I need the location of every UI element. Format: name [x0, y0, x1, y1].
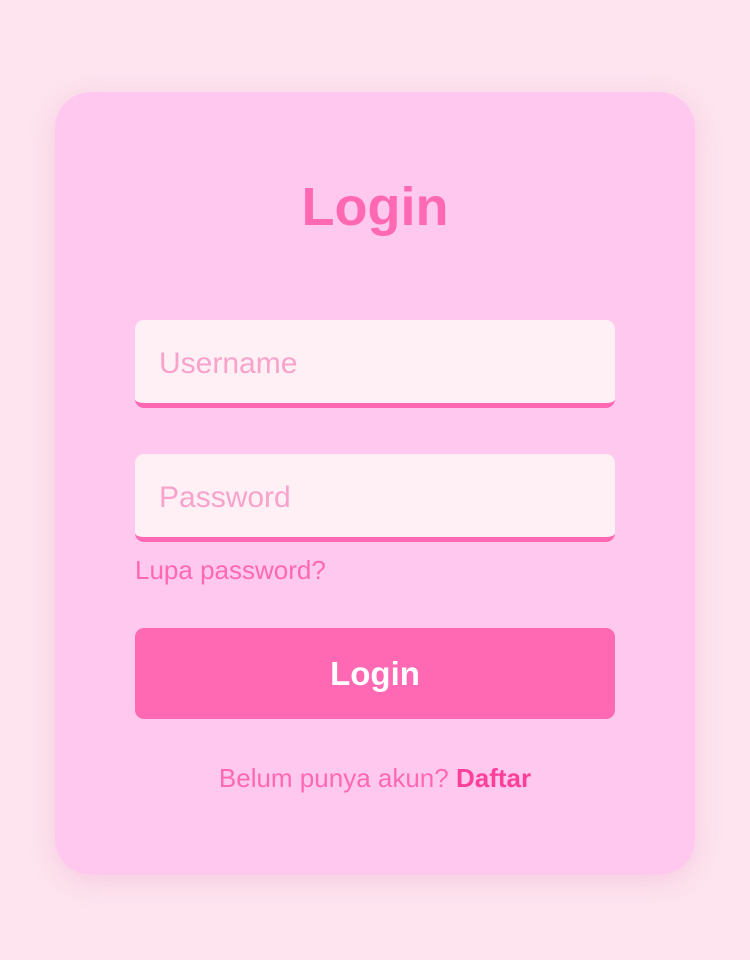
- password-field-container: [135, 454, 615, 542]
- password-input[interactable]: [135, 454, 615, 537]
- username-field-container: [135, 320, 615, 408]
- username-input[interactable]: [135, 320, 615, 403]
- page-title: Login: [301, 177, 449, 237]
- login-button[interactable]: Login: [135, 628, 615, 719]
- forgot-password-link[interactable]: Lupa password?: [135, 553, 326, 587]
- signup-link[interactable]: Daftar: [456, 763, 531, 793]
- signup-prompt: Belum punya akun? Daftar: [0, 760, 750, 796]
- signup-prompt-text: Belum punya akun?: [218, 763, 449, 793]
